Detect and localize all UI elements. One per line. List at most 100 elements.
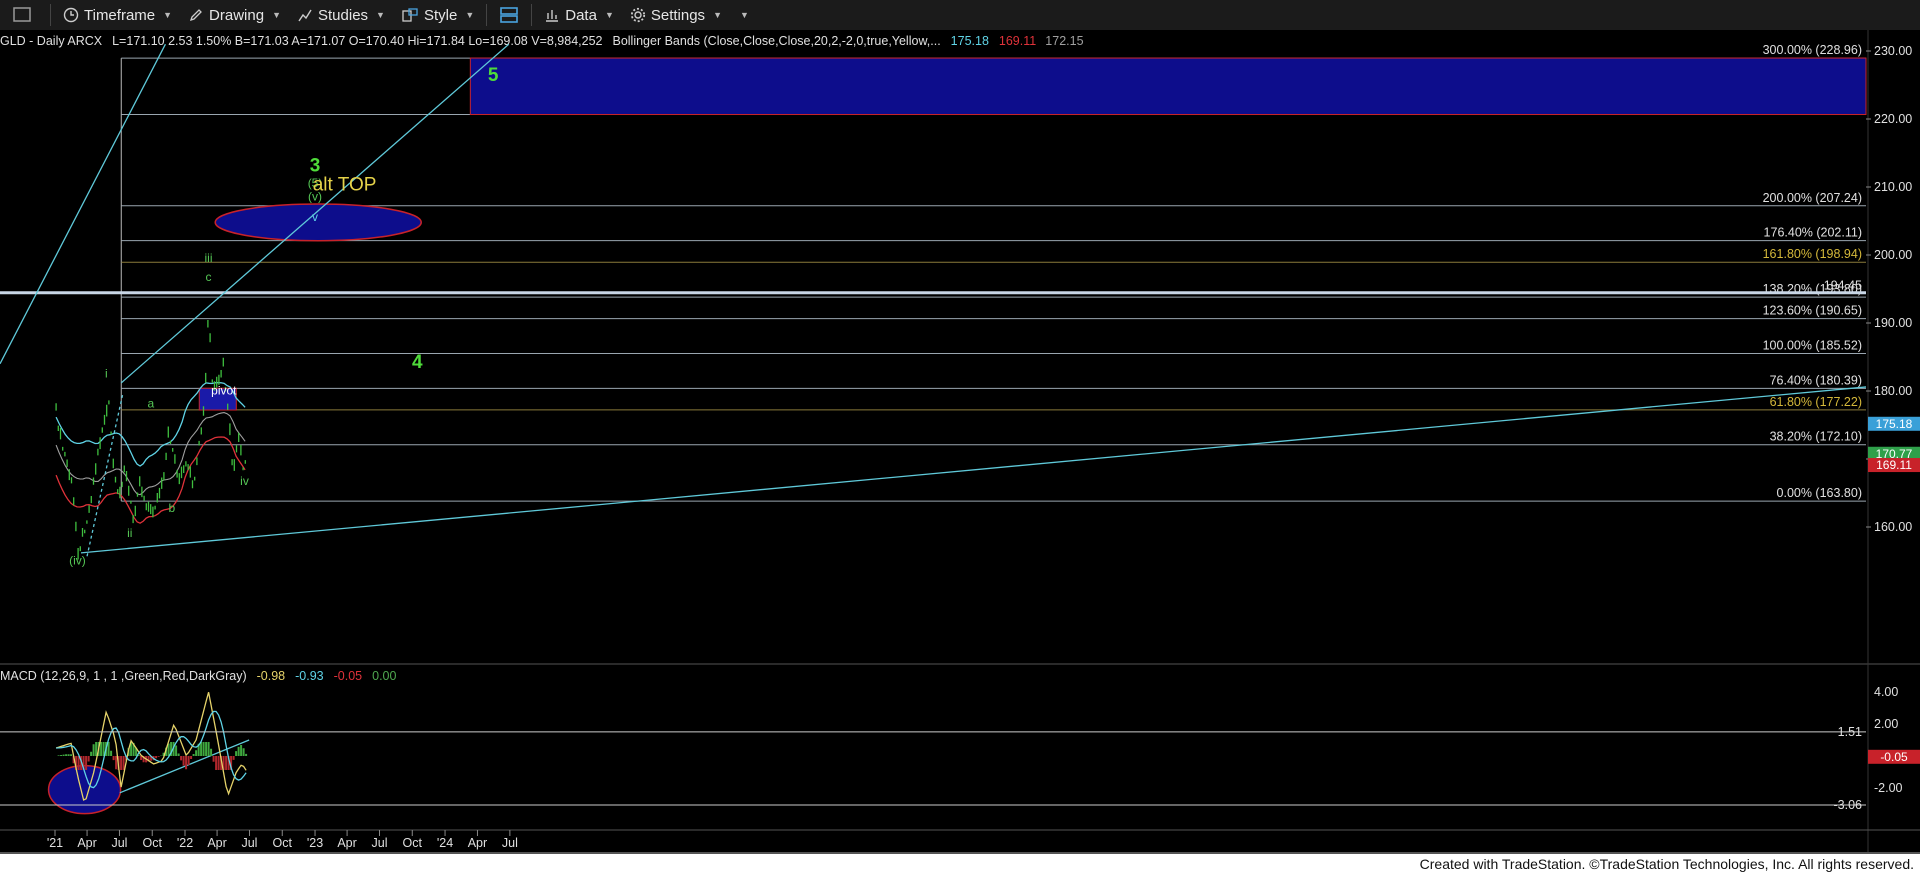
fib-level-label: 0.00% (163.80) bbox=[1777, 486, 1862, 500]
clock-icon bbox=[63, 7, 79, 23]
fib-level-label: 100.00% (185.52) bbox=[1763, 338, 1862, 352]
macd-value: -0.98 bbox=[257, 669, 286, 683]
time-axis-label: Jul bbox=[111, 836, 127, 850]
chevron-down-icon: ▼ bbox=[713, 10, 722, 20]
gear-icon bbox=[630, 7, 645, 23]
time-axis-label: '21 bbox=[47, 836, 63, 850]
macd-zero-value: 0.00 bbox=[372, 669, 396, 683]
fib-level-label: 76.40% (180.39) bbox=[1770, 373, 1862, 387]
time-axis-label: Apr bbox=[207, 836, 226, 850]
price-axis-label: 210.00 bbox=[1874, 180, 1912, 194]
copyright-text: Created with TradeStation. ©TradeStation… bbox=[1419, 856, 1914, 872]
macd-axis-label: 2.00 bbox=[1874, 717, 1898, 731]
time-axis-label: '23 bbox=[307, 836, 323, 850]
macd-axis-label: -3.06 bbox=[1834, 798, 1863, 812]
window-icon bbox=[13, 7, 31, 22]
pencil-icon bbox=[190, 9, 202, 22]
bollinger-label: Bollinger Bands (Close,Close,Close,20,2,… bbox=[612, 34, 940, 48]
price-axis-label: 200.00 bbox=[1874, 248, 1912, 262]
studies-button[interactable]: Studies ▼ bbox=[289, 0, 393, 30]
drawing-button[interactable]: Drawing ▼ bbox=[180, 0, 289, 30]
macd-axis-label: -0.05 bbox=[1880, 750, 1908, 764]
time-axis-label: Jul bbox=[502, 836, 518, 850]
horizontal-line-label: 194.45 bbox=[1824, 279, 1862, 293]
chevron-down-icon: ▼ bbox=[465, 10, 475, 20]
price-tag-label: 175.18 bbox=[1876, 417, 1913, 431]
style-label: Style bbox=[423, 6, 458, 24]
fib-level-label: 300.00% (228.96) bbox=[1763, 43, 1862, 57]
timeframe-button[interactable]: Timeframe ▼ bbox=[55, 0, 180, 30]
alt-top-ellipse[interactable] bbox=[214, 203, 422, 242]
toolbar-overflow-button[interactable]: ▼ bbox=[730, 0, 751, 30]
fib-level-label: 176.40% (202.11) bbox=[1764, 226, 1862, 240]
style-icon bbox=[402, 8, 418, 22]
time-axis-label: Oct bbox=[143, 836, 163, 850]
fib-level-label: 38.20% (172.10) bbox=[1770, 430, 1862, 444]
wave-label: iii bbox=[205, 251, 213, 265]
studies-label: Studies bbox=[318, 6, 369, 24]
price-axis-label: 220.00 bbox=[1874, 112, 1912, 126]
time-axis-label: '24 bbox=[437, 836, 453, 850]
macd-label: MACD (12,26,9, 1 , 1 ,Green,Red,DarkGray… bbox=[0, 669, 247, 683]
studies-icon bbox=[298, 9, 312, 22]
macd-axis-label: -2.00 bbox=[1874, 781, 1903, 795]
wave-label: c bbox=[206, 270, 212, 284]
toolbar-separator bbox=[50, 4, 51, 26]
time-axis-label: Apr bbox=[77, 836, 96, 850]
data-label: Data bbox=[565, 6, 597, 24]
layout-button[interactable] bbox=[491, 0, 527, 30]
settings-label: Settings bbox=[650, 6, 706, 24]
price-axis-label: 190.00 bbox=[1874, 316, 1912, 330]
wave-label: ii bbox=[127, 526, 132, 540]
time-axis-label: Jul bbox=[372, 836, 388, 850]
macd-axis-label: 4.00 bbox=[1874, 685, 1898, 699]
wave-label: b bbox=[168, 501, 175, 515]
wave-label: iv bbox=[240, 474, 249, 488]
wave-label: pivot bbox=[211, 383, 237, 397]
wave-5-target-box[interactable] bbox=[469, 57, 1867, 116]
style-button[interactable]: Style ▼ bbox=[393, 0, 482, 30]
chevron-down-icon: ▼ bbox=[376, 10, 385, 20]
fib-level-label: 123.60% (190.65) bbox=[1763, 304, 1862, 318]
window-menu-button[interactable] bbox=[0, 0, 46, 30]
price-tag-label: 169.11 bbox=[1876, 458, 1912, 472]
macd-diff-value: -0.05 bbox=[334, 669, 363, 683]
price-chart[interactable]: GLD - Daily ARCX L=171.10 2.53 1.50% B=17… bbox=[0, 30, 1920, 854]
bollinger-upper-value: 175.18 bbox=[951, 34, 989, 48]
chevron-down-icon: ▼ bbox=[272, 10, 281, 20]
toolbar-separator bbox=[531, 4, 533, 26]
fib-level-label: 161.80% (198.94) bbox=[1763, 247, 1862, 261]
time-axis-label: Apr bbox=[337, 836, 356, 850]
time-axis-label: '22 bbox=[177, 836, 193, 850]
footer: Created with TradeStation. ©TradeStation… bbox=[0, 854, 1920, 875]
data-button[interactable]: Data ▼ bbox=[536, 0, 622, 30]
drawing-label: Drawing bbox=[209, 6, 265, 24]
toolbar: Timeframe ▼ Drawing ▼ Studies ▼ Style ▼ Data… bbox=[0, 0, 1920, 31]
bollinger-lower-value: 169.11 bbox=[999, 34, 1036, 48]
settings-button[interactable]: Settings ▼ bbox=[622, 0, 730, 30]
chart-background bbox=[0, 30, 1920, 854]
fib-level-label: 61.80% (177.22) bbox=[1770, 395, 1862, 409]
macd-header: MACD (12,26,9, 1 , 1 ,Green,Red,DarkGray… bbox=[0, 669, 397, 683]
bollinger-mid-value: 172.15 bbox=[1045, 34, 1083, 48]
data-icon bbox=[546, 10, 559, 22]
layout-icon bbox=[500, 7, 519, 23]
quote-label: L=171.10 2.53 1.50% B=171.03 A=171.07 O=… bbox=[112, 34, 602, 48]
toolbar-separator bbox=[486, 4, 488, 26]
macd-signal-value: -0.93 bbox=[295, 669, 324, 683]
wave-label: i bbox=[105, 366, 108, 380]
wave-label: 3 bbox=[310, 155, 321, 176]
wave-label: alt TOP bbox=[313, 174, 377, 195]
fib-level-label: 200.00% (207.24) bbox=[1763, 191, 1862, 205]
time-axis-label: Apr bbox=[468, 836, 487, 850]
wave-label: a bbox=[147, 396, 154, 410]
chevron-down-icon: ▼ bbox=[739, 10, 749, 20]
wave-label: (iv) bbox=[69, 553, 86, 567]
price-axis-label: 180.00 bbox=[1874, 384, 1912, 398]
wave-label: 4 bbox=[412, 352, 423, 373]
wave-label: v bbox=[312, 210, 318, 224]
symbol-label: GLD - Daily ARCX bbox=[0, 34, 103, 48]
price-axis-label: 160.00 bbox=[1874, 520, 1912, 534]
time-axis-label: Oct bbox=[403, 836, 423, 850]
time-axis-label: Jul bbox=[241, 836, 257, 850]
